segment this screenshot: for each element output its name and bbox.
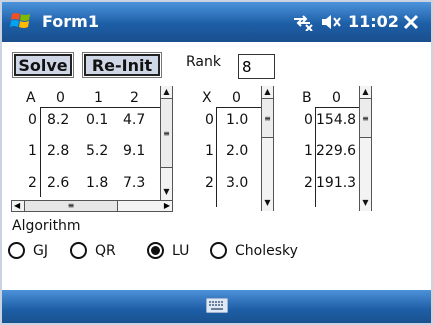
close-button[interactable] [398, 10, 424, 34]
radio-selected-dot [151, 246, 160, 255]
connectivity-icon[interactable] [292, 13, 314, 31]
window-title: Form1 [42, 12, 99, 31]
title-bar: Form1 11:02 [2, 2, 431, 42]
radio-label: GJ [33, 242, 48, 259]
radio-circle[interactable] [210, 242, 227, 259]
close-icon [403, 14, 419, 30]
form-content: Solve Re-Init Rank 8 A 0 1 2 0 8.2 0.1 4… [2, 42, 431, 290]
clock[interactable]: 11:02 [348, 12, 399, 31]
soft-key-bar [2, 290, 431, 323]
matrix-b-cell[interactable]: 154.8 [316, 112, 356, 128]
matrix-b-corner: B [302, 90, 312, 106]
radio-cholesky[interactable]: Cholesky [210, 242, 298, 259]
scroll-down-icon[interactable]: ▼ [360, 197, 371, 209]
matrix-b-row-index: 1 [304, 143, 313, 159]
scroll-up-icon[interactable]: ▲ [360, 86, 371, 98]
matrix-b-row-index: 0 [304, 112, 313, 128]
scroll-thumb[interactable]: ≡ [360, 98, 371, 138]
app-window: Form1 11:02 Solve Re-Init Rank 8 A 0 1 2… [0, 0, 433, 325]
matrix-b-col-header: 0 [332, 90, 341, 106]
radio-label: Cholesky [235, 242, 298, 259]
status-area: 11:02 [292, 12, 399, 31]
radio-qr[interactable]: QR [70, 242, 116, 259]
algorithm-label: Algorithm [12, 218, 81, 234]
matrix-b-row-index: 2 [304, 175, 313, 191]
keyboard-icon[interactable] [206, 298, 228, 313]
radio-gj[interactable]: GJ [8, 242, 48, 259]
radio-circle[interactable] [147, 242, 164, 259]
radio-label: QR [95, 242, 116, 259]
radio-circle[interactable] [70, 242, 87, 259]
matrix-b-cell[interactable]: 191.3 [316, 175, 356, 191]
radio-lu[interactable]: LU [147, 242, 189, 259]
volume-muted-icon[interactable] [320, 13, 342, 31]
matrix-b-vscroll[interactable]: ▲ ≡ ▼ [359, 86, 372, 211]
radio-label: LU [172, 242, 190, 259]
matrix-b-cell[interactable]: 229.6 [316, 143, 356, 159]
radio-circle[interactable] [8, 242, 25, 259]
windows-logo-icon[interactable] [10, 11, 32, 31]
